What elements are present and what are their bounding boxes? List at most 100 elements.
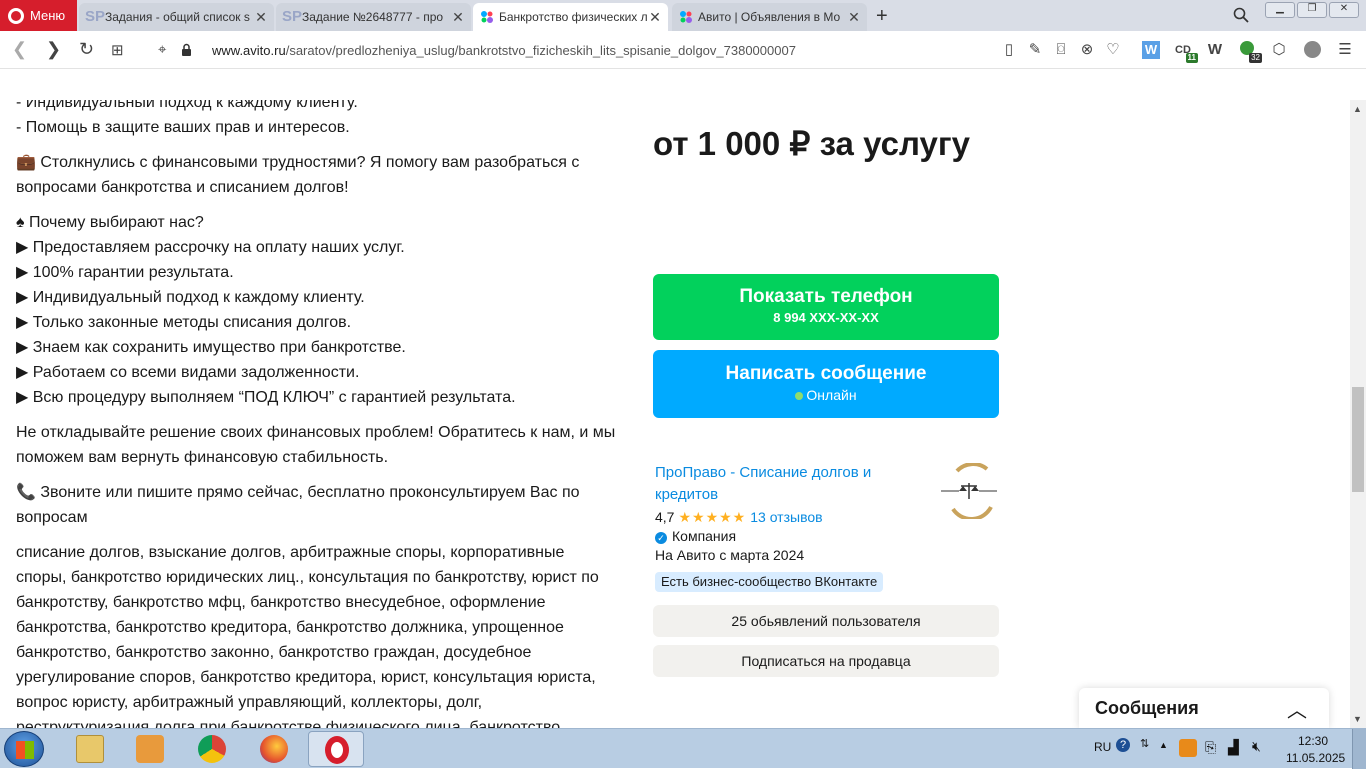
tab-sp-task-2648777[interactable]: SP Задание №2648777 - про ✕ [276,3,471,31]
seller-scales-logo-icon[interactable] [939,463,999,519]
chrome-taskbar-button[interactable] [184,731,240,767]
search-tabs-icon[interactable] [1233,7,1249,23]
adblock-icon[interactable]: ⊗ [1078,41,1096,59]
desc-line: ▶ Только законные методы списания долгов… [16,314,352,331]
chevron-up-icon[interactable]: ︿ [1287,694,1307,723]
green-extension-icon[interactable]: 32 [1238,41,1262,63]
close-window-button[interactable]: ✕ [1329,2,1359,18]
volume-muted-icon[interactable]: 🔇︎ [1252,738,1261,755]
url-path: /saratov/predlozheniya_uslug/bankrotstvo… [285,43,796,58]
desc-line: ▶ Индивидуальный подход к каждому клиент… [16,289,365,306]
tab-title: Банкротство физических л [499,10,648,24]
tray-expand-icon[interactable]: ▲ [1159,740,1168,750]
profile-avatar-icon[interactable] [1303,41,1321,59]
menu-label: Меню [30,8,66,23]
help-icon[interactable]: ? [1116,738,1130,752]
listing-description: - Индивидуальный подход к каждому клиент… [16,100,616,728]
online-label: Онлайн [806,387,857,403]
heart-icon[interactable]: ♡ [1104,41,1122,59]
tray-clipboard-icon[interactable]: ⎘ [1205,739,1216,756]
clock-date[interactable]: 11.05.2025 [1286,751,1345,765]
network-signal-icon[interactable]: ▟ [1228,739,1239,756]
lock-icon[interactable] [181,43,192,57]
scroll-down-arrow-icon[interactable]: ▼ [1353,714,1362,724]
desc-line: ▶ Работаем со всеми видами задолженности… [16,364,360,381]
minimize-button[interactable]: ▁ [1265,2,1295,18]
desc-paragraph: 💼 Столкнулись с финансовыми трудностями?… [16,154,580,196]
maximize-button[interactable]: ❐ [1297,2,1327,18]
word-extension-icon[interactable]: W [1142,41,1160,59]
language-indicator[interactable]: RU [1094,740,1111,754]
show-phone-label: Показать телефон [739,286,913,307]
media-player-taskbar-button[interactable] [122,731,178,767]
green-badge: 32 [1249,53,1262,63]
cube-icon[interactable]: ⬡ [1270,41,1288,59]
close-tab-icon[interactable]: ✕ [254,9,268,26]
firefox-taskbar-button[interactable] [246,731,302,767]
location-pin-icon[interactable]: ⌖ [158,41,166,58]
tab-avito-moscow[interactable]: Авито | Объявления в Мо ✕ [672,3,867,31]
cd-badge: 11 [1185,53,1198,63]
media-player-icon [136,735,164,763]
close-tab-icon[interactable]: ✕ [648,9,662,26]
subscribe-seller-button[interactable]: Подписаться на продавца [653,645,999,677]
reload-icon[interactable]: ↻ [79,39,94,60]
tray-app-icon[interactable] [1179,739,1197,757]
reader-icon[interactable]: ▯ [1000,41,1018,59]
tab-sp-tasks[interactable]: SP Задания - общий список s ✕ [79,3,274,31]
close-tab-icon[interactable]: ✕ [451,9,465,26]
clock-time[interactable]: 12:30 [1298,734,1328,748]
write-message-button[interactable]: Написать сообщение Онлайн [653,350,999,418]
desc-line: ▶ Предоставляем рассрочку на оплату наши… [16,239,405,256]
online-dot-icon [795,392,804,400]
tab-title: Задания - общий список s [105,10,250,24]
vk-community-badge[interactable]: Есть бизнес-сообщество ВКонтакте [655,572,884,592]
folder-icon [76,735,104,763]
w-extension-icon[interactable]: W [1206,41,1224,59]
back-arrow-icon[interactable]: ❮ [12,39,27,60]
messages-title: Сообщения [1095,698,1199,718]
chrome-icon [198,735,226,763]
url-host: www.avito.ru [212,43,286,58]
explorer-taskbar-button[interactable] [62,731,118,767]
desc-line: ♠ Почему выбирают нас? [16,214,204,231]
windows-taskbar: RU ? ⇅ ▲ ⎘ ▟ 🔇︎ 12:30 11.05.2025 [0,728,1366,769]
write-message-label: Написать сообщение [725,363,927,384]
forward-arrow-icon[interactable]: ❯ [46,39,61,60]
edit-icon[interactable]: ✎ [1026,41,1044,59]
start-button[interactable] [4,731,44,767]
rating-stars-icon: ★★★★★ [678,509,747,525]
seller-since: На Авито с марта 2024 [655,547,805,563]
avito-listing-page: - Индивидуальный подход к каждому клиент… [0,100,1350,728]
easy-setup-icon[interactable]: ☰ [1336,41,1354,59]
tabs-grid-icon[interactable]: ⊞ [111,41,124,59]
tab-bar: Меню SP Задания - общий список s ✕ SP За… [0,0,1366,31]
close-tab-icon[interactable]: ✕ [847,9,861,26]
scroll-up-arrow-icon[interactable]: ▲ [1353,104,1362,114]
show-phone-button[interactable]: Показать телефон 8 994 XXX-XX-XX [653,274,999,340]
opera-menu-button[interactable]: Меню [0,0,77,31]
opera-logo-icon [8,7,24,24]
scrollbar-thumb[interactable] [1352,387,1364,492]
desc-line: - Индивидуальный подход к каждому клиент… [16,100,358,111]
windows-logo-icon [16,741,34,759]
desc-line: ▶ Всю процедуру выполняем “ПОД КЛЮЧ” с г… [16,389,516,406]
url-field[interactable]: www.avito.ru/saratov/predlozheniya_uslug… [212,43,796,58]
desc-paragraph: 📞 Звоните или пишите прямо сейчас, беспл… [16,484,580,526]
tab-bankruptcy-active[interactable]: Банкротство физических л ✕ [473,3,668,31]
reviews-link[interactable]: 13 отзывов [750,509,822,525]
show-desktop-button[interactable] [1352,729,1366,769]
cd-extension-icon[interactable]: CD 11 [1174,41,1198,63]
tray-arrows-icon[interactable]: ⇅ [1140,737,1149,750]
seller-name-link[interactable]: ПроПраво - Списание долгов и кредитов [655,462,925,506]
messages-panel[interactable]: Сообщения ︿ [1079,688,1329,728]
seller-type: ✓ Компания [655,528,736,544]
opera-taskbar-button[interactable] [308,731,364,767]
phone-masked: 8 994 XXX-XX-XX [773,310,879,325]
user-ads-button[interactable]: 25 обьявлений пользователя [653,605,999,637]
desc-line: ▶ 100% гарантии результата. [16,264,234,281]
new-tab-button[interactable]: + [876,5,888,28]
rating-value: 4,7 [655,509,675,525]
seller-rating: 4,7 ★★★★★ 13 отзывов [655,509,823,526]
camera-icon[interactable]: ⌼ [1052,41,1070,59]
